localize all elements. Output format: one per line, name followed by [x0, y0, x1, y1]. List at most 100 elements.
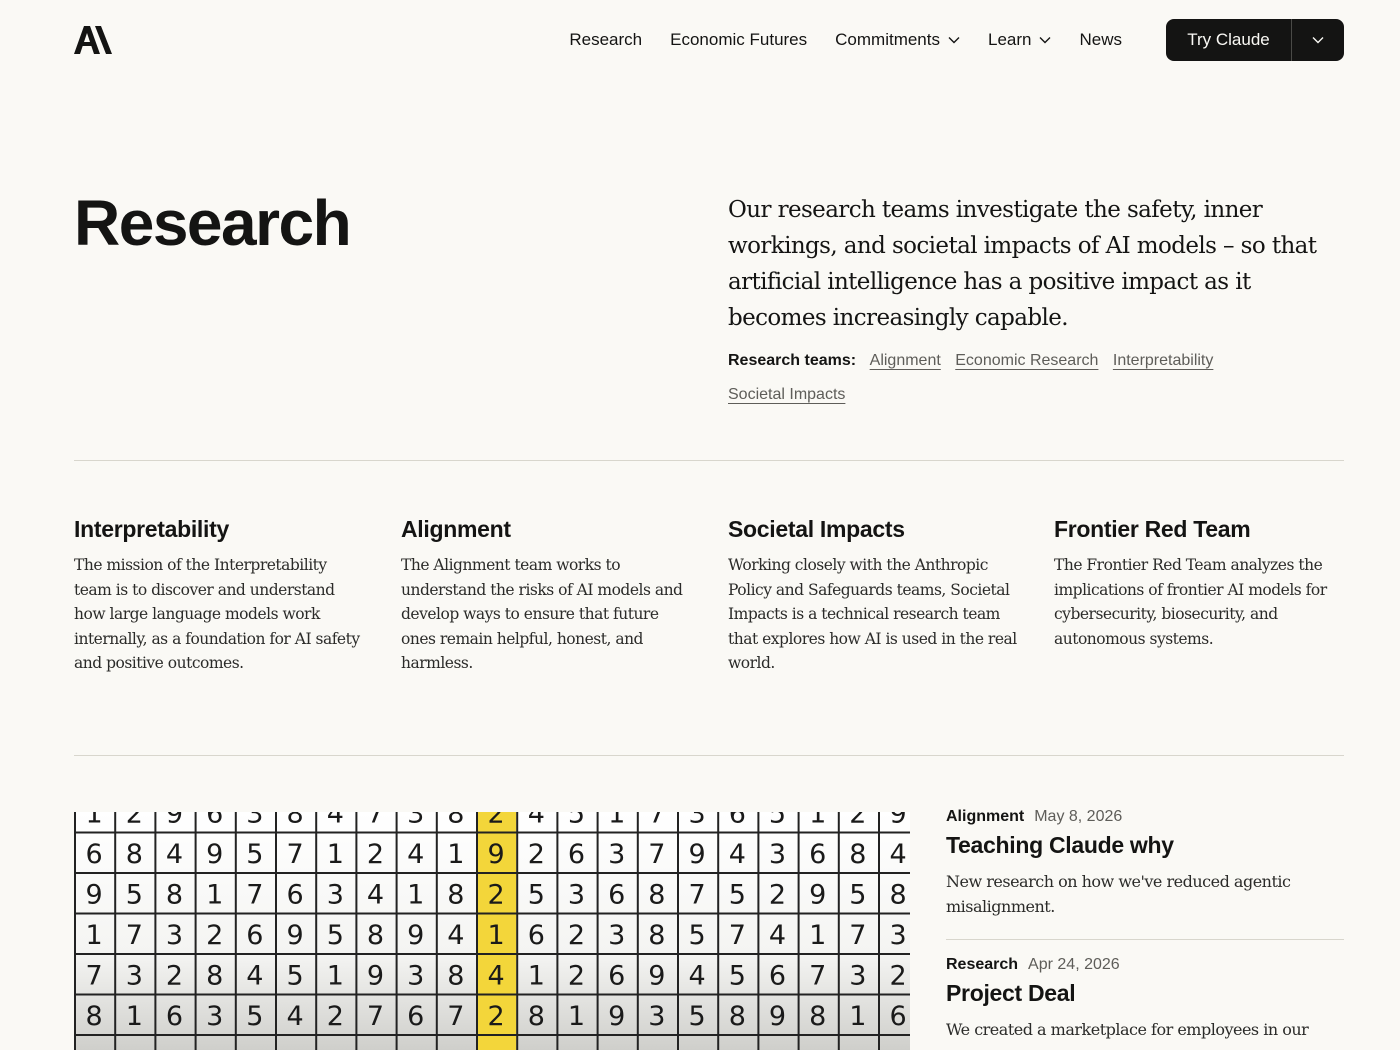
grid-digit: 3 — [648, 1001, 665, 1032]
grid-digit: 3 — [608, 839, 625, 870]
grid-digit: 7 — [729, 920, 746, 951]
grid-digit: 5 — [568, 812, 585, 829]
grid-digit: 7 — [809, 960, 826, 991]
grid-digit: 6 — [769, 960, 786, 991]
grid-digit: 2 — [890, 960, 907, 991]
nav-link-research[interactable]: Research — [569, 30, 642, 50]
column-body: Working closely with the Anthropic Polic… — [728, 556, 1017, 672]
team-column-interpretability: Interpretability The mission of the Inte… — [74, 516, 366, 676]
grid-digit: 5 — [849, 879, 866, 910]
grid-digit: 9 — [890, 812, 907, 829]
anthropic-logo-icon[interactable] — [74, 26, 112, 54]
nav-link-economic-futures[interactable]: Economic Futures — [670, 30, 807, 50]
article-card[interactable]: Research Apr 24, 2026 Project Deal We cr… — [946, 956, 1344, 1050]
column-title: Frontier Red Team — [1054, 516, 1251, 542]
grid-digit: 5 — [327, 920, 344, 951]
grid-digit: 4 — [729, 839, 746, 870]
grid-digit: 4 — [367, 879, 384, 910]
grid-digit: 3 — [849, 960, 866, 991]
grid-digit: 7 — [648, 812, 665, 829]
article-category: Alignment — [946, 808, 1025, 825]
grid-digit: 2 — [488, 1001, 505, 1032]
grid-digit: 8 — [206, 960, 223, 991]
featured-image-number-grid[interactable]: 1296384738245173651296849571241926379436… — [74, 812, 910, 1050]
grid-digit: 2 — [769, 879, 786, 910]
grid-digit: 1 — [809, 812, 826, 829]
grid-digit: 8 — [849, 839, 866, 870]
chevron-down-icon — [1312, 37, 1324, 44]
grid-digit: 8 — [729, 1001, 746, 1032]
team-link-societal-impacts[interactable]: Societal Impacts — [728, 386, 845, 403]
grid-digit: 1 — [206, 879, 223, 910]
column-title: Alignment — [401, 516, 511, 542]
chevron-down-icon — [948, 37, 960, 44]
research-teams: Research teams: Alignment Economic Resea… — [728, 344, 1348, 412]
grid-digit: 5 — [528, 879, 545, 910]
grid-digit: 2 — [568, 960, 585, 991]
grid-digit: 2 — [488, 879, 505, 910]
grid-digit: 8 — [648, 920, 665, 951]
grid-digit: 3 — [126, 960, 143, 991]
grid-digit: 4 — [890, 839, 907, 870]
grid-digit: 6 — [246, 920, 263, 951]
grid-digit: 4 — [407, 839, 424, 870]
grid-digit: 1 — [327, 839, 344, 870]
team-link-economic-research[interactable]: Economic Research — [955, 352, 1098, 369]
chevron-down-icon — [1039, 37, 1051, 44]
grid-digit: 6 — [206, 812, 223, 829]
divider — [74, 755, 1344, 756]
grid-digit: 8 — [86, 1001, 103, 1032]
article-meta: Alignment May 8, 2026 — [946, 808, 1344, 826]
grid-digit: 7 — [367, 1001, 384, 1032]
grid-digit: 7 — [86, 960, 103, 991]
team-link-interpretability[interactable]: Interpretability — [1113, 352, 1214, 369]
grid-digit: 1 — [327, 960, 344, 991]
article-title[interactable]: Project Deal — [946, 980, 1344, 1007]
grid-digit: 8 — [528, 1001, 545, 1032]
grid-digit: 7 — [126, 920, 143, 951]
grid-digit: 8 — [447, 879, 464, 910]
grid-digit: 6 — [608, 879, 625, 910]
column-body: The mission of the Interpretability team… — [74, 556, 360, 672]
grid-digit: 9 — [206, 839, 223, 870]
nav-link-commitments[interactable]: Commitments — [835, 30, 960, 50]
nav-link-news[interactable]: News — [1079, 30, 1122, 50]
grid-digit: 5 — [729, 879, 746, 910]
grid-digit: 3 — [407, 960, 424, 991]
grid-digit: 9 — [648, 960, 665, 991]
article-date: May 8, 2026 — [1034, 808, 1123, 825]
grid-digit: 6 — [729, 812, 746, 829]
column-title: Interpretability — [74, 516, 229, 542]
grid-digit: 7 — [287, 839, 304, 870]
article-summary: New research on how we've reduced agenti… — [946, 872, 1291, 916]
grid-digit: 6 — [890, 1001, 907, 1032]
nav-link-learn[interactable]: Learn — [988, 30, 1051, 50]
grid-digit: 9 — [407, 920, 424, 951]
article-title[interactable]: Teaching Claude why — [946, 832, 1344, 859]
team-column-societal-impacts: Societal Impacts Working closely with th… — [728, 516, 1020, 676]
team-link-alignment[interactable]: Alignment — [870, 352, 941, 369]
grid-digit: 9 — [166, 812, 183, 829]
grid-digit: 5 — [689, 920, 706, 951]
grid-digit: 2 — [166, 960, 183, 991]
grid-digit: 5 — [729, 960, 746, 991]
article-card[interactable]: Alignment May 8, 2026 Teaching Claude wh… — [946, 808, 1344, 940]
grid-digit: 1 — [447, 839, 464, 870]
grid-digit: 8 — [809, 1001, 826, 1032]
grid-digit: 1 — [86, 920, 103, 951]
grid-digit: 7 — [689, 879, 706, 910]
grid-digit: 9 — [769, 1001, 786, 1032]
grid-digit: 4 — [327, 812, 344, 829]
grid-digit: 9 — [809, 879, 826, 910]
grid-digit: 5 — [246, 839, 263, 870]
grid-digit: 9 — [488, 839, 505, 870]
try-claude-dropdown-button[interactable] — [1292, 19, 1344, 61]
grid-digit: 1 — [608, 812, 625, 829]
grid-digit: 3 — [206, 1001, 223, 1032]
grid-digit: 5 — [246, 1001, 263, 1032]
grid-digit: 6 — [568, 839, 585, 870]
try-claude-button[interactable]: Try Claude — [1166, 19, 1292, 61]
grid-digit: 2 — [528, 839, 545, 870]
grid-digit: 1 — [568, 1001, 585, 1032]
grid-digit: 6 — [287, 879, 304, 910]
